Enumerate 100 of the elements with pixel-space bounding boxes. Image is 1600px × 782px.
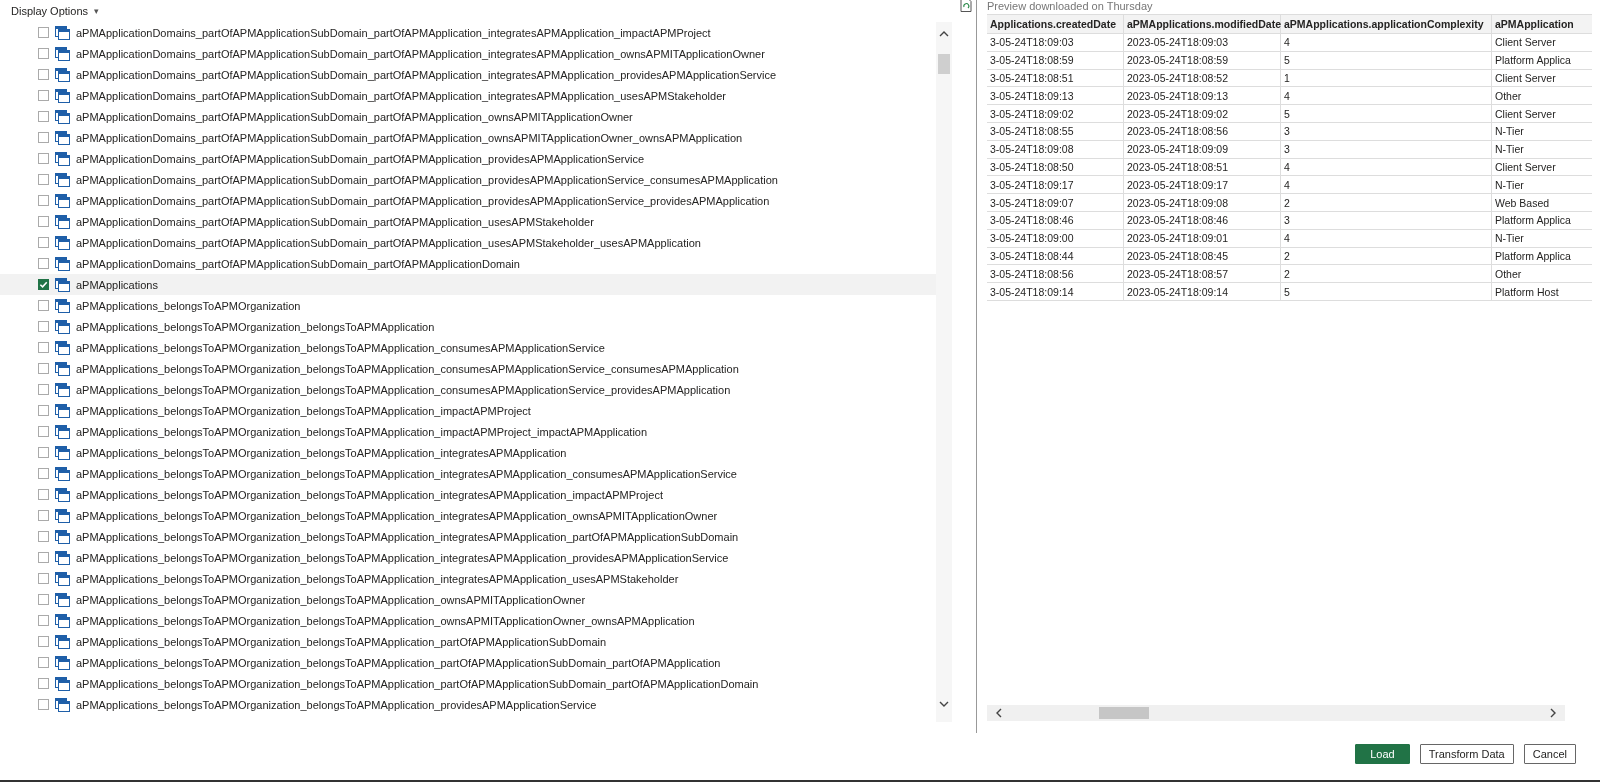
checkbox[interactable] (38, 594, 49, 605)
checkbox[interactable] (38, 636, 49, 647)
table-list-item[interactable]: aPMApplications_belongsToAPMOrganization (0, 295, 937, 316)
checkbox[interactable] (38, 321, 49, 332)
checkbox[interactable] (38, 216, 49, 227)
table-list-item[interactable]: aPMApplicationDomains_partOfAPMApplicationSubDomain_partOfAPMApplicationDomain (0, 253, 937, 274)
table-list-item[interactable]: aPMApplications_belongsToAPMOrganization_belongsToAPMApplication (0, 316, 937, 337)
table-icon (55, 592, 70, 607)
table-cell: 2023-05-24T18:08:57 (1123, 264, 1281, 283)
scroll-left-icon[interactable] (995, 708, 1003, 718)
scroll-up-icon[interactable] (939, 30, 950, 38)
table-list-item[interactable]: aPMApplications_belongsToAPMOrganization_belongsToAPMApplication_consumesAPMApplicationService_consumesAPMApplication (0, 358, 937, 379)
checkbox[interactable] (38, 111, 49, 122)
checkbox[interactable] (38, 468, 49, 479)
table-icon (55, 277, 70, 292)
checkbox[interactable] (38, 615, 49, 626)
table-list-item[interactable]: aPMApplications_belongsToAPMOrganization_belongsToAPMApplication_integratesAPMApplication_usesAPMStakeholder (0, 568, 937, 589)
table-list-item[interactable]: aPMApplications_belongsToAPMOrganization_belongsToAPMApplication_integratesAPMApplication_providesAPMApplicationService (0, 547, 937, 568)
table-cell: 2023-05-24T18:09:01 (1123, 229, 1281, 248)
table-icon (55, 319, 70, 334)
scroll-thumb[interactable] (1099, 707, 1149, 719)
table-cell: 2023-05-24T18:09:17 (1123, 175, 1281, 194)
scroll-thumb[interactable] (938, 54, 951, 74)
checkbox[interactable] (38, 27, 49, 38)
table-list-item[interactable]: aPMApplicationDomains_partOfAPMApplicationSubDomain_partOfAPMApplication_integratesAPMApplication_ownsAPMITApplicationOwner (0, 43, 937, 64)
table-icon (55, 361, 70, 376)
table-list-item[interactable]: aPMApplications_belongsToAPMOrganization_belongsToAPMApplication_integratesAPMApplication_ownsAPMITApplicationOwner (0, 505, 937, 526)
table-list-item[interactable]: aPMApplications_belongsToAPMOrganization_belongsToAPMApplication_ownsAPMITApplicationOwner_ownsAPMApplication (0, 610, 937, 631)
table-list-item[interactable]: aPMApplications_belongsToAPMOrganization_belongsToAPMApplication_partOfAPMApplicationSubDomain_partOfAPMApplication (0, 652, 937, 673)
checkbox[interactable] (38, 657, 49, 668)
table-list-item[interactable]: aPMApplications_belongsToAPMOrganization_belongsToAPMApplication_integratesAPMApplication_impactAPMProject (0, 484, 937, 505)
table-list-item[interactable]: aPMApplicationDomains_partOfAPMApplicationSubDomain_partOfAPMApplication_usesAPMStakeholder (0, 211, 937, 232)
table-list-item[interactable]: aPMApplications_belongsToAPMOrganization_belongsToAPMApplication_providesAPMApplicationService (0, 694, 937, 715)
table-list-item[interactable]: aPMApplications_belongsToAPMOrganization_belongsToAPMApplication_consumesAPMApplicationService (0, 337, 937, 358)
table-list-item[interactable]: aPMApplications_belongsToAPMOrganization_belongsToAPMApplication_impactAPMProject_impactAPMApplication (0, 421, 937, 442)
table-list-item[interactable]: aPMApplicationDomains_partOfAPMApplicationSubDomain_partOfAPMApplication_providesAPMApplicationService (0, 148, 937, 169)
table-cell: Client Server (1491, 69, 1592, 87)
table-list-item[interactable]: aPMApplications (0, 274, 937, 295)
refresh-document-icon[interactable] (960, 0, 973, 12)
checkbox[interactable] (38, 699, 49, 710)
table-list-item[interactable]: aPMApplicationDomains_partOfAPMApplicationSubDomain_partOfAPMApplication_integratesAPMApplication_impactAPMProject (0, 22, 937, 43)
checkbox[interactable] (38, 174, 49, 185)
checkbox[interactable] (38, 531, 49, 542)
checkbox[interactable] (38, 342, 49, 353)
table-icon (55, 193, 70, 208)
table-icon (55, 172, 70, 187)
checkbox[interactable] (38, 132, 49, 143)
table-list-item[interactable]: aPMApplicationDomains_partOfAPMApplicationSubDomain_partOfAPMApplication_integratesAPMApplication_usesAPMStakeholder (0, 85, 937, 106)
checkbox[interactable] (38, 300, 49, 311)
checkbox[interactable] (38, 258, 49, 269)
table-list-item[interactable]: aPMApplications_belongsToAPMOrganization_belongsToAPMApplication_consumesAPMApplicationService_providesAPMApplication (0, 379, 937, 400)
table-list-item[interactable]: aPMApplications_belongsToAPMOrganization_belongsToAPMApplication_partOfAPMApplicationSubDomain (0, 631, 937, 652)
checkbox[interactable] (38, 69, 49, 80)
horizontal-scrollbar[interactable] (987, 705, 1565, 721)
checkbox[interactable] (38, 195, 49, 206)
table-list-item[interactable]: aPMApplicationDomains_partOfAPMApplicationSubDomain_partOfAPMApplication_ownsAPMITApplicationOwner_ownsAPMApplication (0, 127, 937, 148)
table-list-item[interactable]: aPMApplications_belongsToAPMOrganization_belongsToAPMApplication_partOfAPMApplicationSubDomain_partOfAPMApplicationDomain (0, 673, 937, 694)
checkbox[interactable] (38, 363, 49, 374)
scroll-down-icon[interactable] (939, 700, 950, 708)
scroll-right-icon[interactable] (1549, 708, 1557, 718)
checkbox[interactable] (38, 573, 49, 584)
table-list-item[interactable]: aPMApplications_belongsToAPMOrganization_belongsToAPMApplication_ownsAPMITApplicationOwner (0, 589, 937, 610)
table-list-item[interactable]: aPMApplicationDomains_partOfAPMApplicationSubDomain_partOfAPMApplication_providesAPMApplicationService_consumesAPMApplication (0, 169, 937, 190)
table-list-item[interactable]: aPMApplications_belongsToAPMOrganization_belongsToAPMApplication_integratesAPMApplication (0, 442, 937, 463)
table-cell: 2 (1280, 193, 1492, 212)
table-icon (55, 151, 70, 166)
table-list-item[interactable]: aPMApplications_belongsToAPMOrganization_belongsToAPMApplication_integratesAPMApplication_partOfAPMApplicationSubDomain (0, 526, 937, 547)
checkbox[interactable] (38, 678, 49, 689)
dialog-button[interactable]: Transform Data (1419, 743, 1514, 764)
checkbox[interactable] (38, 489, 49, 500)
checkbox[interactable] (38, 237, 49, 248)
caret-icon[interactable]: ▾ (94, 6, 100, 16)
checkbox[interactable] (38, 153, 49, 164)
checkbox[interactable] (38, 384, 49, 395)
table-list-item[interactable]: aPMApplicationDomains_partOfAPMApplicationSubDomain_partOfAPMApplication_integratesAPMApplication_providesAPMApplicationService (0, 64, 937, 85)
checkbox[interactable] (38, 405, 49, 416)
table-list-item[interactable]: aPMApplicationDomains_partOfAPMApplicationSubDomain_partOfAPMApplication_usesAPMStakeholder_usesAPMApplication (0, 232, 937, 253)
display-options-menu[interactable]: Display Options (11, 5, 89, 17)
checkbox[interactable] (38, 552, 49, 563)
dialog-button[interactable]: Cancel (1523, 743, 1576, 764)
table-cell: 4 (1280, 229, 1492, 248)
checkbox[interactable] (38, 279, 49, 290)
vertical-scrollbar[interactable] (936, 22, 953, 722)
checkbox[interactable] (38, 447, 49, 458)
checkbox[interactable] (38, 510, 49, 521)
column-header: aPMApplication (1491, 14, 1592, 34)
checkbox[interactable] (38, 426, 49, 437)
table-list-item[interactable]: aPMApplications_belongsToAPMOrganization_belongsToAPMApplication_integratesAPMApplication_consumesAPMApplicationService (0, 463, 937, 484)
table-icon (55, 424, 70, 439)
checkbox[interactable] (38, 48, 49, 59)
table-cell: 2 (1280, 264, 1492, 283)
table-list-item[interactable]: aPMApplications_belongsToAPMOrganization_belongsToAPMApplication_impactAPMProject (0, 400, 937, 421)
table-list-item[interactable]: aPMApplicationDomains_partOfAPMApplicationSubDomain_partOfAPMApplication_providesAPMApplicationService_providesAPMApplication (0, 190, 937, 211)
table-cell: Client Server (1491, 158, 1592, 176)
load-button[interactable]: Load (1355, 743, 1410, 764)
checkbox[interactable] (38, 90, 49, 101)
table-cell: N-Tier (1491, 175, 1592, 194)
table-cell: Other (1491, 86, 1592, 105)
table-cell: 3-05-24T18:09:07 (987, 193, 1124, 212)
table-list-item[interactable]: aPMApplicationDomains_partOfAPMApplicationSubDomain_partOfAPMApplication_ownsAPMITApplicationOwner (0, 106, 937, 127)
